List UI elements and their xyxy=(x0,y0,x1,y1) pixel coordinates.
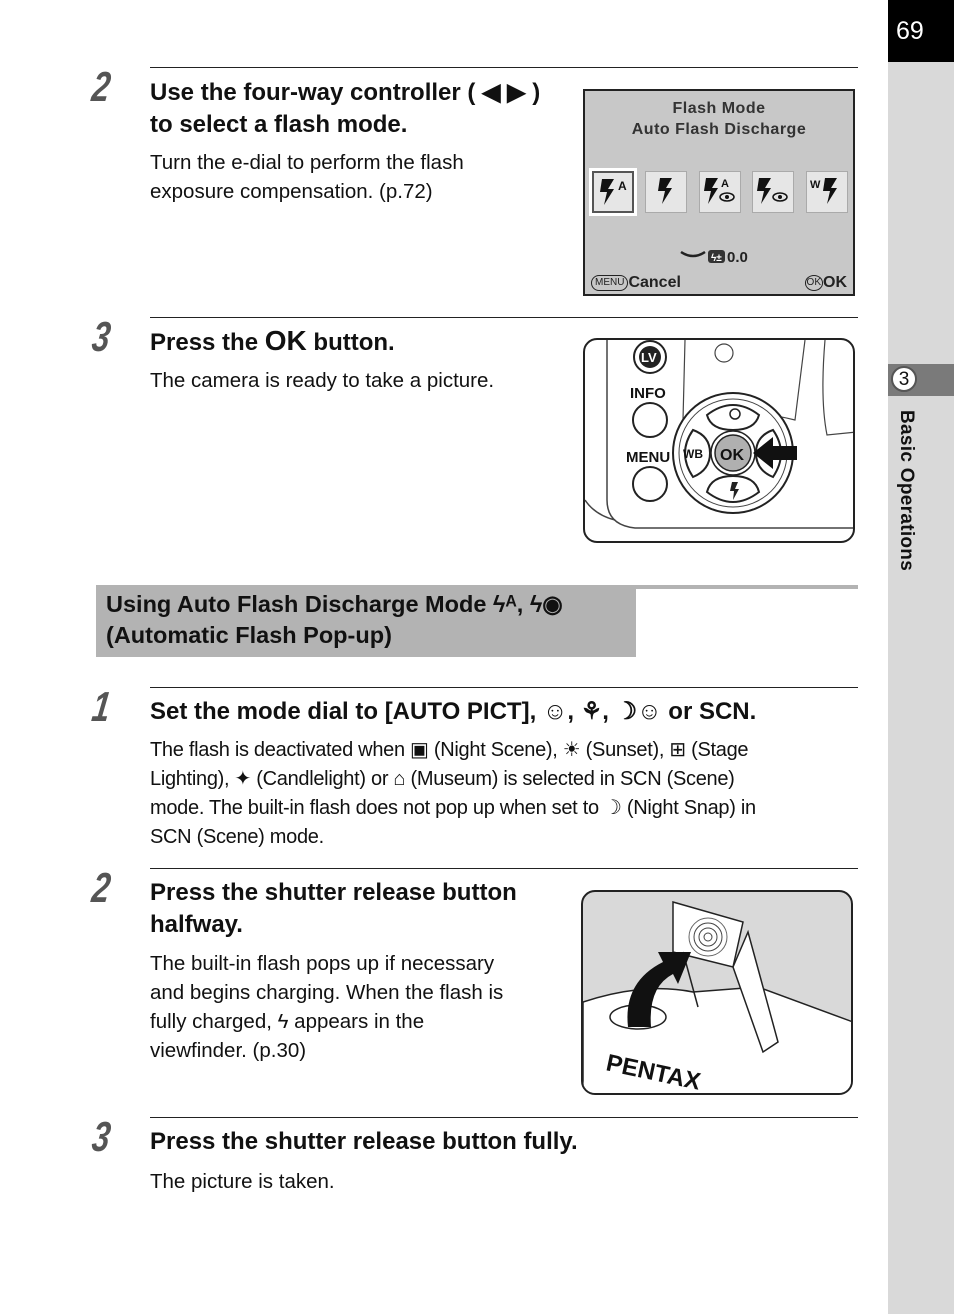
lcd-title: Flash Mode xyxy=(672,100,766,117)
step-body-line: Turn the e-dial to perform the flash xyxy=(150,151,464,174)
flash-on-icon[interactable] xyxy=(645,171,687,213)
step-title: Use the four-way controller ( ◀ ▶ ) to s… xyxy=(150,77,540,141)
step-body-line: and begins charging. When the flash is xyxy=(150,981,504,1004)
step-body-line: Lighting), ✦ (Candlelight) or ⌂ (Museum)… xyxy=(150,768,735,790)
svg-text:A: A xyxy=(721,178,729,190)
section-title: Using Auto Flash Discharge Mode ϟᴬ, ϟ◉ (… xyxy=(106,589,563,651)
step-title: Set the mode dial to [AUTO PICT], ☺, ⚘, … xyxy=(150,698,757,725)
svg-text:W: W xyxy=(810,179,821,191)
step-title: Press the shutter release button fully. xyxy=(150,1128,578,1155)
page-number: 69 xyxy=(888,0,954,62)
title-text: button. xyxy=(306,329,395,356)
step-title-line: Use the four-way controller ( ◀ ▶ ) xyxy=(150,79,541,106)
ok-button-icon: OK xyxy=(804,275,823,291)
auto-flash-red-eye-icon[interactable]: A xyxy=(699,171,741,213)
step-number: 1 xyxy=(89,683,114,730)
auto-flash-discharge-icon[interactable]: A xyxy=(589,168,637,216)
step-title: Press the shutter release button halfway… xyxy=(150,877,517,941)
step-title-line: Press the shutter release button xyxy=(150,879,517,906)
step-title: Press the OK button. xyxy=(150,325,395,359)
step-number: 3 xyxy=(89,1113,114,1160)
step-body: The picture is taken. xyxy=(150,1170,335,1193)
step-body-line: fully charged, ϟ appears in the xyxy=(150,1010,425,1033)
section-title-line: Using Auto Flash Discharge Mode ϟᴬ, ϟ◉ xyxy=(106,591,563,617)
section-title-line: (Automatic Flash Pop-up) xyxy=(106,622,392,648)
lcd-subtitle: Auto Flash Discharge xyxy=(631,121,807,138)
step-body-line: mode. The built-in flash does not pop up… xyxy=(150,797,756,819)
step-body: The built-in flash pops up if necessary … xyxy=(150,949,503,1065)
step-number: 2 xyxy=(89,864,114,911)
svg-text:ϟ±: ϟ± xyxy=(711,253,722,264)
step-divider xyxy=(150,317,858,318)
chapter-title: Basic Operations xyxy=(896,410,917,572)
step-divider xyxy=(150,687,858,688)
ok-button-label: OK xyxy=(720,447,744,464)
four-way-controller-illustration: LV INFO MENU WB OK xyxy=(583,338,855,543)
step-number: 3 xyxy=(89,313,114,360)
ok-hint[interactable]: OK OK xyxy=(804,274,847,292)
wb-label: WB xyxy=(683,447,703,461)
step-divider xyxy=(150,868,858,869)
step-body: The camera is ready to take a picture. xyxy=(150,369,495,392)
menu-label: MENU xyxy=(626,449,670,466)
ok-label: OK xyxy=(823,274,847,291)
wireless-flash-icon[interactable]: W xyxy=(806,171,848,213)
step-divider xyxy=(150,1117,858,1118)
info-label: INFO xyxy=(630,385,666,402)
flash-mode-lcd-screen: Flash Mode Auto Flash Discharge A A W ϟ±… xyxy=(583,89,855,296)
e-dial-icon: ϟ± xyxy=(680,250,725,264)
cancel-label: Cancel xyxy=(628,274,681,291)
step-body-line: exposure compensation. (p.72) xyxy=(150,180,433,203)
step-title-line: halfway. xyxy=(150,911,243,938)
step-body-line: The flash is deactivated when ▣ (Night S… xyxy=(150,739,749,761)
step-title-line: to select a flash mode. xyxy=(150,111,408,138)
step-body: Turn the e-dial to perform the flash exp… xyxy=(150,148,464,206)
svg-text:A: A xyxy=(618,179,627,193)
menu-button-icon: MENU xyxy=(591,275,629,291)
step-body-line: SCN (Scene) mode. xyxy=(150,826,324,848)
step-body: The flash is deactivated when ▣ (Night S… xyxy=(150,736,858,852)
step-body-line: The built-in flash pops up if necessary xyxy=(150,952,495,975)
flash-popup-illustration: PENTAX xyxy=(581,890,853,1095)
flash-compensation-readout: ϟ± 0.0 xyxy=(679,248,748,266)
step-number: 2 xyxy=(89,63,114,110)
compensation-value: 0.0 xyxy=(727,249,748,266)
step-body-line: viewfinder. (p.30) xyxy=(150,1039,307,1062)
title-text: Press the xyxy=(150,329,265,356)
ok-glyph: OK xyxy=(264,325,307,356)
chapter-sidebar xyxy=(888,0,954,1314)
lv-button-label: LV xyxy=(641,350,657,365)
chapter-number: 3 xyxy=(891,366,917,392)
step-divider xyxy=(150,67,858,68)
flash-red-eye-icon[interactable] xyxy=(752,171,794,213)
cancel-hint[interactable]: MENU Cancel xyxy=(591,274,681,292)
